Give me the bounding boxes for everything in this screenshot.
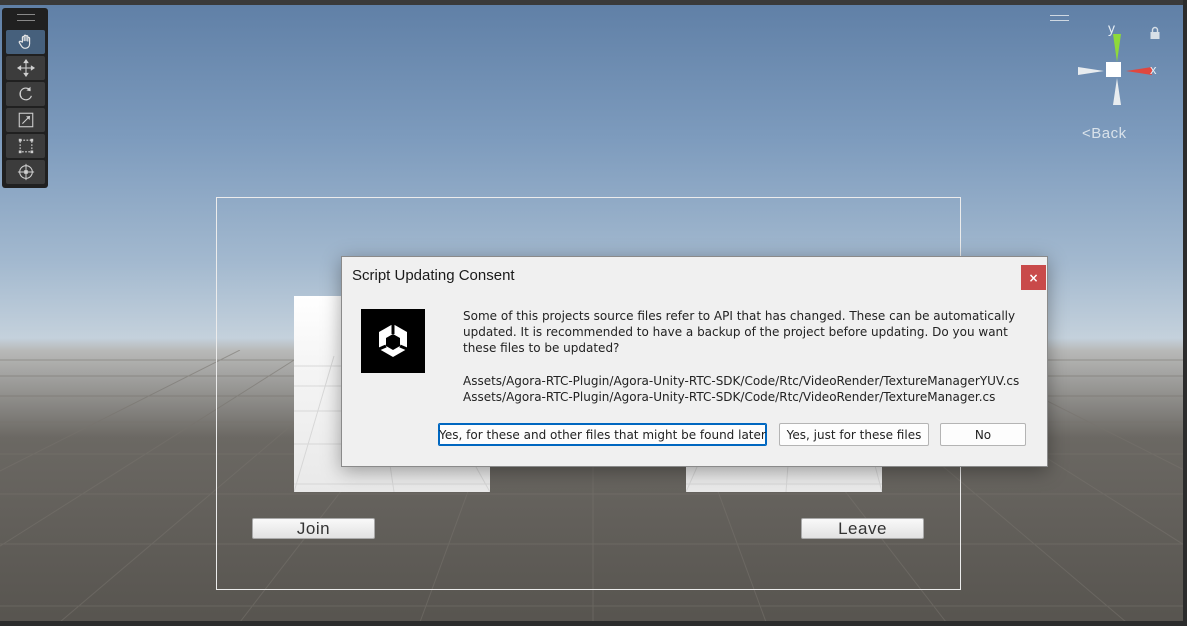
join-button[interactable]: Join xyxy=(252,518,375,539)
dialog-title: Script Updating Consent xyxy=(352,267,515,284)
tool-palette xyxy=(2,8,48,188)
bottom-edge xyxy=(0,621,1187,626)
file-item: Assets/Agora-RTC-Plugin/Agora-Unity-RTC-… xyxy=(463,390,996,404)
script-updating-dialog: Script Updating Consent × Some of this p… xyxy=(341,256,1048,467)
palette-drag-handle[interactable] xyxy=(17,14,35,21)
rect-icon xyxy=(18,138,33,154)
transform-tool-button[interactable] xyxy=(6,160,45,184)
transform-icon xyxy=(17,163,34,181)
rotate-icon xyxy=(18,86,32,101)
orientation-gizmo[interactable] xyxy=(1072,22,1162,112)
gizmo-drag-handle[interactable] xyxy=(1050,15,1069,21)
unity-logo xyxy=(361,309,425,373)
scale-tool-button[interactable] xyxy=(6,108,45,132)
rotate-tool-button[interactable] xyxy=(6,82,45,106)
move-tool-button[interactable] xyxy=(6,56,45,80)
right-edge xyxy=(1183,0,1187,626)
scale-icon xyxy=(18,112,33,128)
yes-these-files-button[interactable]: Yes, just for these files xyxy=(779,423,929,446)
back-label[interactable]: <Back xyxy=(1082,125,1142,143)
yes-all-files-button[interactable]: Yes, for these and other files that migh… xyxy=(438,423,767,446)
no-button[interactable]: No xyxy=(940,423,1026,446)
close-icon: × xyxy=(1028,270,1039,285)
close-button[interactable]: × xyxy=(1021,265,1046,290)
move-icon xyxy=(16,59,35,77)
dialog-message: Some of this projects source files refer… xyxy=(463,309,1016,355)
rect-tool-button[interactable] xyxy=(6,134,45,158)
unity-cube-icon xyxy=(378,324,408,357)
hand-tool-button[interactable] xyxy=(6,30,45,54)
top-toolbar-strip xyxy=(0,0,1187,5)
scene-view[interactable]: y x <Back Join Leave Script Updating Con… xyxy=(0,0,1187,626)
gizmo-y-label: y xyxy=(1108,20,1115,36)
gizmo-x-label: x xyxy=(1150,62,1157,77)
leave-button[interactable]: Leave xyxy=(801,518,924,539)
file-list: Assets/Agora-RTC-Plugin/Agora-Unity-RTC-… xyxy=(463,373,1033,405)
file-item: Assets/Agora-RTC-Plugin/Agora-Unity-RTC-… xyxy=(463,374,1020,388)
hand-icon xyxy=(18,34,30,49)
